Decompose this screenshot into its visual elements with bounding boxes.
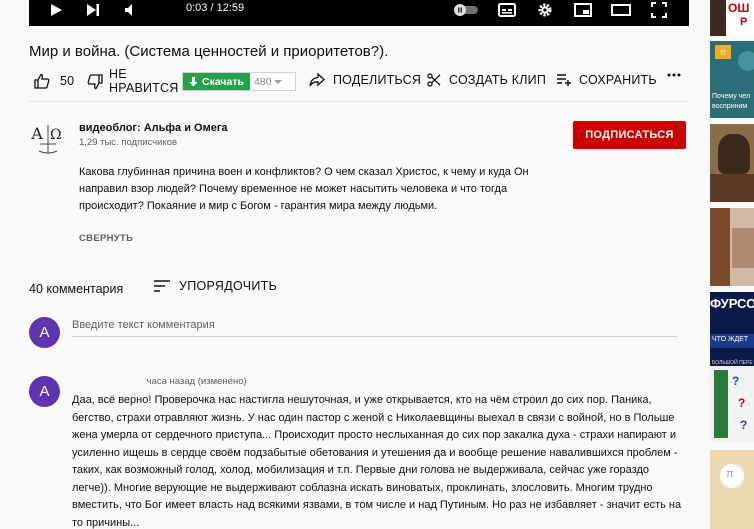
- comment-input[interactable]: Введите текст комментария: [72, 319, 677, 337]
- scissors-icon: [427, 73, 441, 87]
- more-actions-button[interactable]: [667, 73, 681, 77]
- next-icon[interactable]: [83, 0, 103, 20]
- save-label: СОХРАНИТЬ: [579, 73, 657, 87]
- share-icon: [309, 73, 325, 87]
- more-horizontal-icon: [667, 73, 681, 77]
- thumbnail-text: ФУРСО: [710, 296, 754, 311]
- thumbnail-text: Почему чел: [712, 93, 751, 100]
- redacted-author-name[interactable]: [72, 376, 144, 387]
- avatar: А: [29, 317, 60, 348]
- theater-mode-icon[interactable]: [610, 0, 632, 20]
- video-description: Какова глубинная причина воен и конфликт…: [79, 166, 529, 212]
- like-count: 50: [60, 74, 75, 88]
- comment-count: 40 комментария: [29, 282, 124, 296]
- sidebar-thumbnail[interactable]: π: [710, 450, 754, 529]
- download-button[interactable]: Скачать 480: [182, 72, 296, 91]
- subscriber-count: 1,29 тыс. подписчиков: [79, 137, 178, 148]
- thumbnail-text: ЧТО ЖДЕТ: [712, 336, 749, 343]
- sidebar-thumbnail[interactable]: [710, 124, 754, 202]
- logo-alpha: А: [31, 124, 43, 143]
- sidebar-thumbnail[interactable]: [710, 208, 754, 286]
- quality-select[interactable]: 480: [250, 73, 283, 90]
- like-button[interactable]: 50: [34, 73, 74, 89]
- comment-avatar[interactable]: А: [29, 376, 60, 407]
- sort-comments-button[interactable]: УПОРЯДОЧИТЬ: [154, 279, 277, 293]
- channel-logo[interactable]: А Ω: [29, 117, 69, 157]
- create-clip-button[interactable]: СОЗДАТЬ КЛИП: [427, 73, 546, 87]
- video-actions: 50 НЕ НРАВИТСЯ Скачать 480 ПОДЕЛИТЬСЯ СО…: [29, 66, 689, 98]
- thumbs-down-icon: [87, 74, 103, 90]
- save-button[interactable]: СОХРАНИТЬ: [556, 73, 657, 87]
- download-arrow-icon: [189, 76, 198, 86]
- dislike-label-line1: НЕ: [109, 67, 127, 81]
- sidebar-thumbnail[interactable]: ОШ Р: [710, 0, 754, 36]
- video-title: Мир и война. (Система ценностей и приори…: [29, 43, 389, 60]
- autoplay-toggle[interactable]: [451, 0, 481, 20]
- question-mark-icon: ?: [738, 396, 746, 410]
- share-label: ПОДЕЛИТЬСЯ: [333, 73, 422, 87]
- question-mark-icon: ?: [732, 374, 740, 388]
- channel-name[interactable]: видеоблог: Альфа и Омега: [79, 122, 228, 134]
- thumbnail-text: ОШ: [728, 1, 750, 15]
- playlist-add-icon: [557, 74, 571, 86]
- sort-label: УПОРЯДОЧИТЬ: [179, 279, 278, 293]
- download-label: Скачать: [202, 75, 244, 88]
- channel-badge-icon: π: [715, 45, 731, 59]
- subscribe-button[interactable]: ПОДПИСАТЬСЯ: [573, 121, 686, 149]
- thumbs-up-icon: [34, 73, 50, 89]
- dislike-label-line2: НРАВИТСЯ: [109, 81, 179, 95]
- play-icon[interactable]: [45, 0, 67, 20]
- miniplayer-icon[interactable]: [572, 0, 594, 20]
- collapse-description-button[interactable]: СВЕРНУТЬ: [79, 233, 133, 244]
- chevron-down-icon: [274, 79, 283, 84]
- thumbnail-text: восприним: [712, 103, 748, 110]
- video-player-controls[interactable]: 0:03 / 12:59: [29, 0, 689, 26]
- thumbnail-text: Р: [740, 16, 748, 28]
- time-display: 0:03 / 12:59: [186, 2, 245, 14]
- comment-text: Даа, всё верно! Проверочка нас настигла …: [72, 394, 682, 529]
- download-action[interactable]: Скачать: [183, 73, 250, 90]
- channel-badge-icon: π: [726, 468, 734, 480]
- sidebar-thumbnail[interactable]: π Почему чел восприним: [710, 41, 754, 118]
- create-clip-label: СОЗДАТЬ КЛИП: [449, 73, 547, 87]
- volume-icon[interactable]: [121, 0, 141, 20]
- settings-gear-icon[interactable]: [534, 0, 556, 20]
- logo-omega: Ω: [50, 127, 62, 143]
- fullscreen-icon[interactable]: [648, 0, 670, 20]
- sidebar-thumbnail[interactable]: ? ? ?: [710, 366, 754, 442]
- section-divider: [29, 101, 689, 102]
- comment-meta: часа назад (изменено): [72, 376, 247, 387]
- sidebar-thumbnail[interactable]: ФУРСО ЧТО ЖДЕТ БОЛЬШОЙ ПЕРЕ: [710, 292, 754, 372]
- dislike-button[interactable]: НЕ НРАВИТСЯ: [87, 67, 178, 95]
- comment-timestamp[interactable]: часа назад (изменено): [147, 376, 247, 387]
- share-button[interactable]: ПОДЕЛИТЬСЯ: [309, 73, 421, 87]
- sort-icon: [154, 280, 170, 292]
- subtitles-icon[interactable]: [496, 0, 518, 20]
- question-mark-icon: ?: [740, 418, 748, 432]
- quality-value: 480: [253, 75, 272, 88]
